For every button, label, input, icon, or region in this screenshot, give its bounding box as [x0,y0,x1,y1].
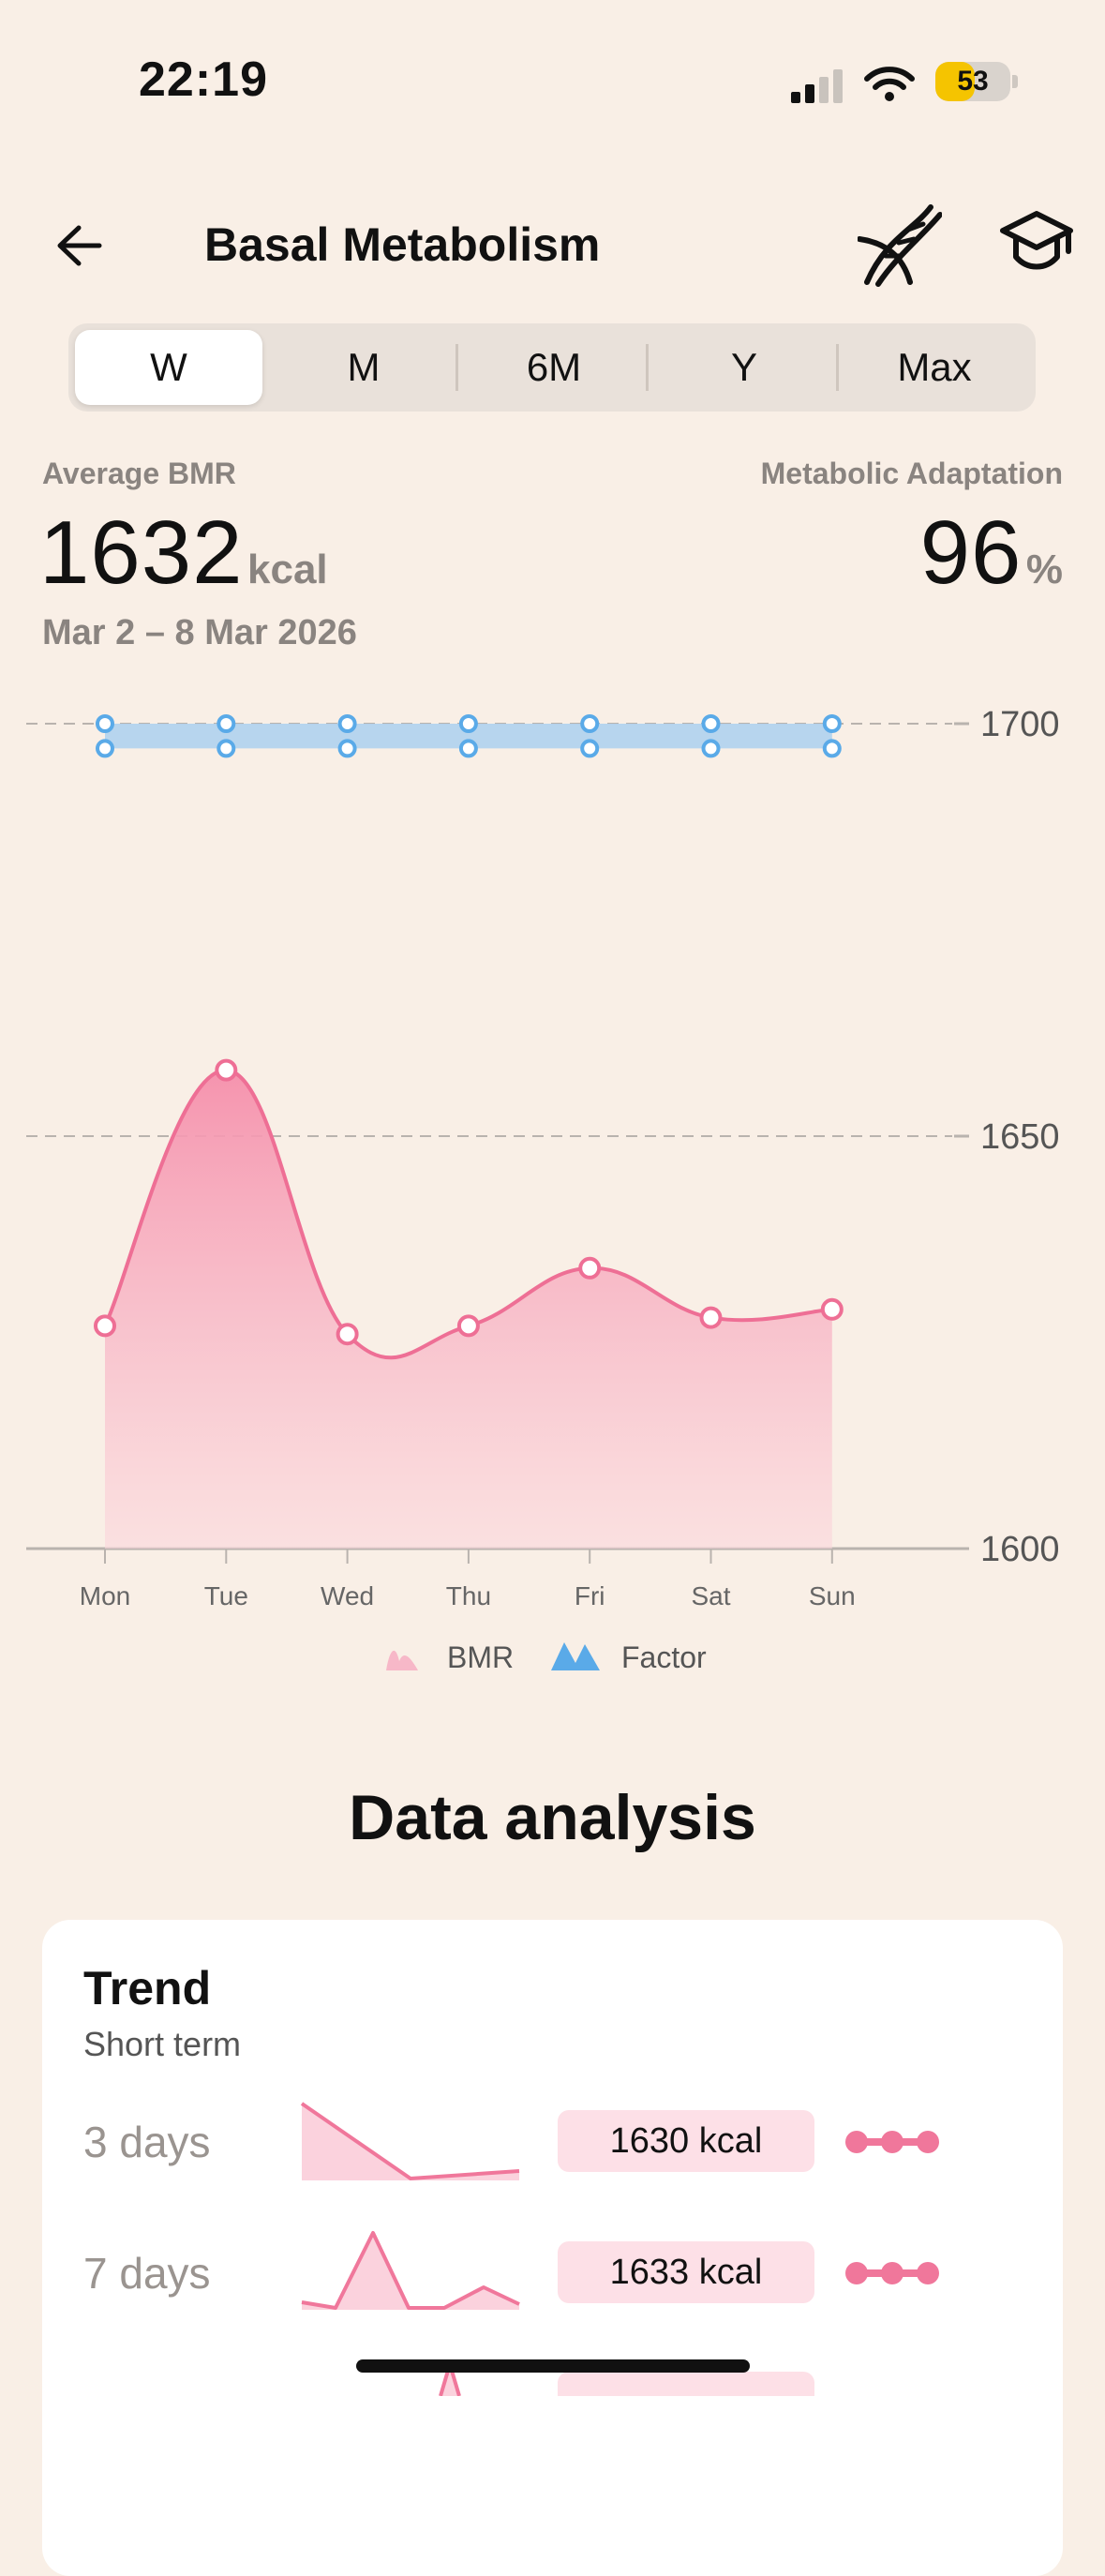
bmr-area [105,1070,832,1549]
period-tab-6m[interactable]: 6M [460,323,648,412]
factor-point [337,739,357,758]
factor-point [822,714,842,733]
y-tick-label: 1600 [980,1530,1060,1569]
wifi-icon [864,67,915,101]
trend-value-pill: 1633 kcal [558,2241,814,2303]
bmr-point [215,1058,238,1082]
factor-point [458,739,478,758]
average-bmr: 1632 kcal [39,502,328,605]
bmr-point [699,1306,723,1329]
period-divider [836,344,839,391]
trend-indicator-icon [845,2262,939,2284]
period-tab-y[interactable]: Y [650,323,838,412]
trend-title: Trend [83,1962,212,2014]
bmr-point [578,1256,602,1280]
x-tick-label: Wed [321,1581,374,1610]
period-divider [455,344,458,391]
bmr-chart[interactable]: 1700 1650 1600 Mon Tue Wed Thu Fri Sat Sun [0,694,1105,1659]
x-tick-label: Fri [575,1581,605,1610]
date-range: Mar 2 – 8 Mar 2026 [42,613,357,652]
metabolic-adaptation-label: Metabolic Adaptation [760,457,1063,490]
trend-subtitle: Short term [83,2025,242,2063]
bmr-point [456,1314,480,1338]
trend-value-pill: 1630 kcal [558,2110,814,2172]
bmr-point [336,1323,359,1346]
y-tick-label: 1700 [980,705,1060,744]
period-tab-m[interactable]: M [270,323,457,412]
factor-point [822,739,842,758]
data-analysis-heading: Data analysis [349,1782,756,1853]
factor-point [96,739,114,758]
x-tick-label: Sun [809,1581,856,1610]
factor-point [458,714,478,733]
bmr-point [820,1297,844,1321]
factor-point [580,714,600,733]
battery-level: 53 [957,66,989,97]
metabolic-adaptation: 96 % [920,502,1063,605]
dna-icon[interactable] [858,202,942,288]
factor-point [701,714,721,733]
factor-point [337,714,357,733]
factor-point [580,739,600,758]
home-indicator[interactable] [356,2359,750,2373]
factor-legend-icon [551,1642,600,1670]
x-tick-label: Tue [204,1581,248,1610]
metabolic-adaptation-value: 96 [919,502,1023,603]
trend-value-pill-partial [558,2372,814,2396]
trend-row-label: 3 days [83,2118,211,2166]
bmr-point [94,1314,116,1338]
trend-row-label: 7 days [83,2249,211,2298]
page-title: Basal Metabolism [204,218,601,271]
period-selector: W M 6M Y Max [68,323,1036,412]
arrow-left-icon[interactable] [54,220,105,271]
average-bmr-value: 1632 [39,502,244,603]
legend-bmr-label: BMR [447,1640,515,1674]
trend-sparkline [301,2231,520,2310]
period-tab-w[interactable]: W [75,330,262,405]
legend-factor-label: Factor [621,1640,707,1674]
average-bmr-label: Average BMR [42,457,236,490]
battery-tip [1012,75,1018,88]
factor-point [701,739,721,758]
factor-point [217,739,236,758]
cellular-signal-icon [791,69,843,103]
x-tick-label: Mon [80,1581,130,1610]
bmr-legend-icon [386,1650,418,1670]
factor-point [96,714,114,733]
period-tab-max[interactable]: Max [841,323,1028,412]
metabolic-adaptation-unit: % [1025,547,1063,592]
status-time: 22:19 [139,52,268,107]
x-tick-label: Sat [691,1581,730,1610]
graduation-cap-icon[interactable] [999,210,1074,276]
y-tick-label: 1650 [980,1117,1060,1157]
x-tick-label: Thu [446,1581,491,1610]
trend-sparkline [300,2102,520,2181]
factor-point [217,714,236,733]
trend-indicator-icon [845,2131,939,2153]
period-divider [646,344,649,391]
battery-indicator: 53 [935,62,1010,101]
average-bmr-unit: kcal [247,547,328,592]
